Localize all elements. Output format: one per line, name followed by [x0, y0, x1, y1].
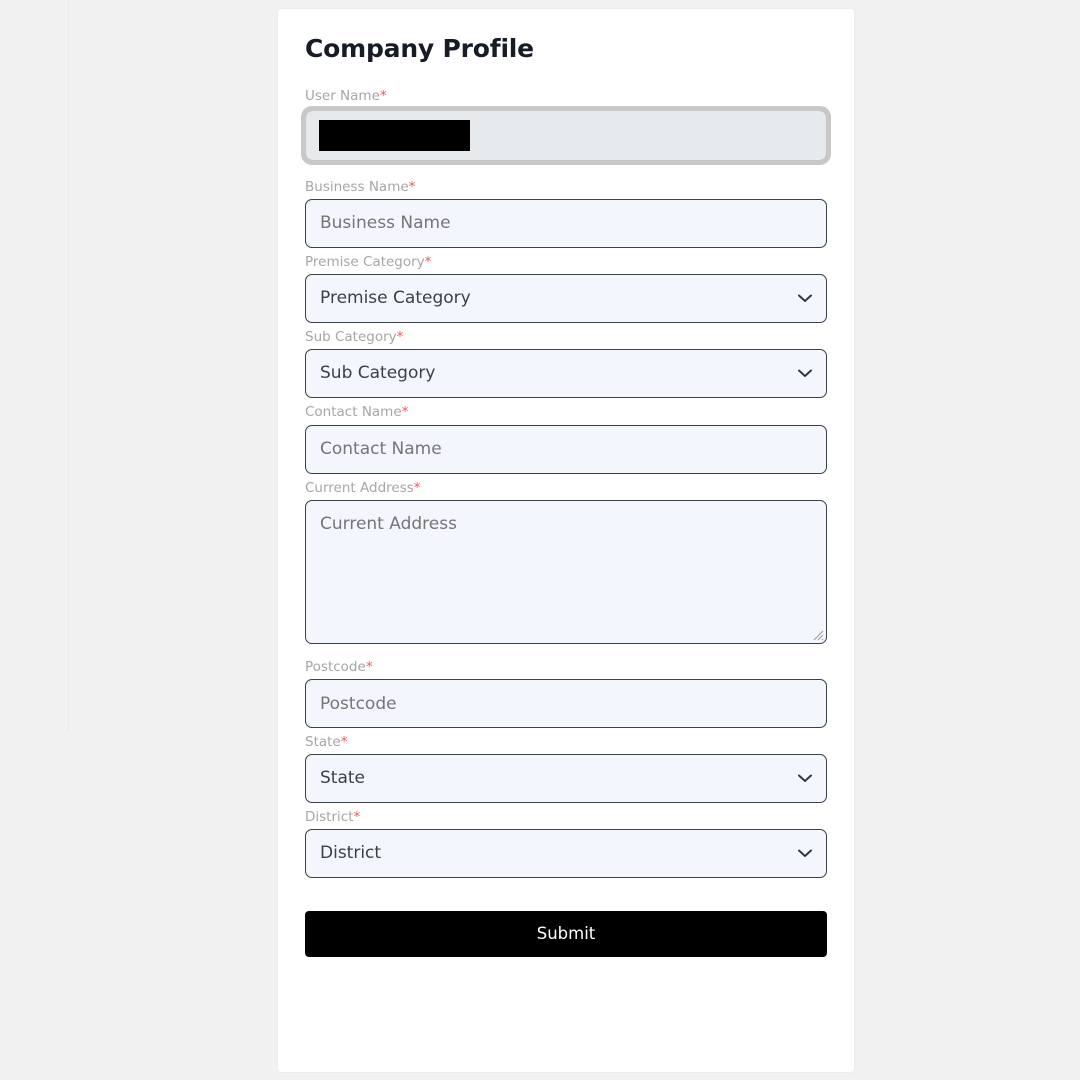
- state-select[interactable]: State: [305, 754, 827, 804]
- field-group-current-address: Current Address*: [305, 479, 827, 644]
- label-state-text: State: [305, 734, 341, 751]
- field-group-user-name: User Name*: [301, 87, 831, 165]
- required-asterisk: *: [365, 658, 373, 675]
- required-asterisk: *: [396, 329, 404, 346]
- redaction-bar: [319, 119, 470, 151]
- required-asterisk: *: [340, 734, 348, 751]
- card-content: Company Profile User Name* Business Name…: [278, 9, 854, 958]
- contact-name-input[interactable]: [305, 424, 827, 474]
- field-group-sub-category: Sub Category* Sub Category: [305, 328, 827, 399]
- submit-button[interactable]: Submit: [305, 911, 827, 958]
- premise-category-select-wrap: Premise Category: [305, 274, 827, 324]
- label-contact-name: Contact Name*: [305, 403, 827, 421]
- sub-category-select[interactable]: Sub Category: [305, 349, 827, 399]
- field-group-contact-name: Contact Name*: [305, 403, 827, 474]
- field-group-postcode: Postcode*: [305, 658, 827, 729]
- required-asterisk: *: [401, 404, 409, 421]
- label-user-name-text: User Name: [305, 87, 380, 104]
- state-select-wrap: State: [305, 754, 827, 804]
- business-name-input[interactable]: [305, 198, 827, 248]
- required-asterisk: *: [413, 479, 421, 496]
- user-name-input[interactable]: [301, 105, 831, 165]
- page-title: Company Profile: [305, 34, 534, 63]
- label-user-name: User Name*: [305, 87, 827, 105]
- user-name-field-wrap: [301, 105, 831, 165]
- label-premise-category-text: Premise Category: [305, 253, 425, 270]
- label-current-address-text: Current Address: [305, 479, 414, 496]
- required-asterisk: *: [408, 178, 416, 195]
- company-profile-card: Company Profile User Name* Business Name…: [277, 8, 855, 1073]
- current-address-textarea[interactable]: [305, 499, 827, 644]
- label-current-address: Current Address*: [305, 479, 827, 497]
- sub-category-select-wrap: Sub Category: [305, 349, 827, 399]
- field-group-district: District* District: [305, 808, 827, 879]
- label-postcode: Postcode*: [305, 658, 827, 676]
- field-group-business-name: Business Name*: [305, 178, 827, 248]
- postcode-input[interactable]: [305, 679, 827, 729]
- label-postcode-text: Postcode: [305, 658, 366, 675]
- label-sub-category: Sub Category*: [305, 328, 827, 346]
- field-group-premise-category: Premise Category* Premise Category: [305, 253, 827, 324]
- required-asterisk: *: [424, 253, 432, 270]
- premise-category-select[interactable]: Premise Category: [305, 274, 827, 324]
- label-premise-category: Premise Category*: [305, 253, 827, 271]
- field-group-state: State* State: [305, 733, 827, 804]
- label-sub-category-text: Sub Category: [305, 329, 397, 346]
- district-select-wrap: District: [305, 829, 827, 879]
- required-asterisk: *: [353, 809, 361, 826]
- district-select[interactable]: District: [305, 829, 827, 879]
- label-contact-name-text: Contact Name: [305, 404, 402, 421]
- label-business-name: Business Name*: [305, 178, 827, 196]
- label-state: State*: [305, 733, 827, 751]
- label-business-name-text: Business Name: [305, 178, 409, 195]
- current-address-wrap: [305, 499, 827, 644]
- required-asterisk: *: [379, 87, 387, 104]
- label-district-text: District: [305, 809, 354, 826]
- label-district: District*: [305, 808, 827, 826]
